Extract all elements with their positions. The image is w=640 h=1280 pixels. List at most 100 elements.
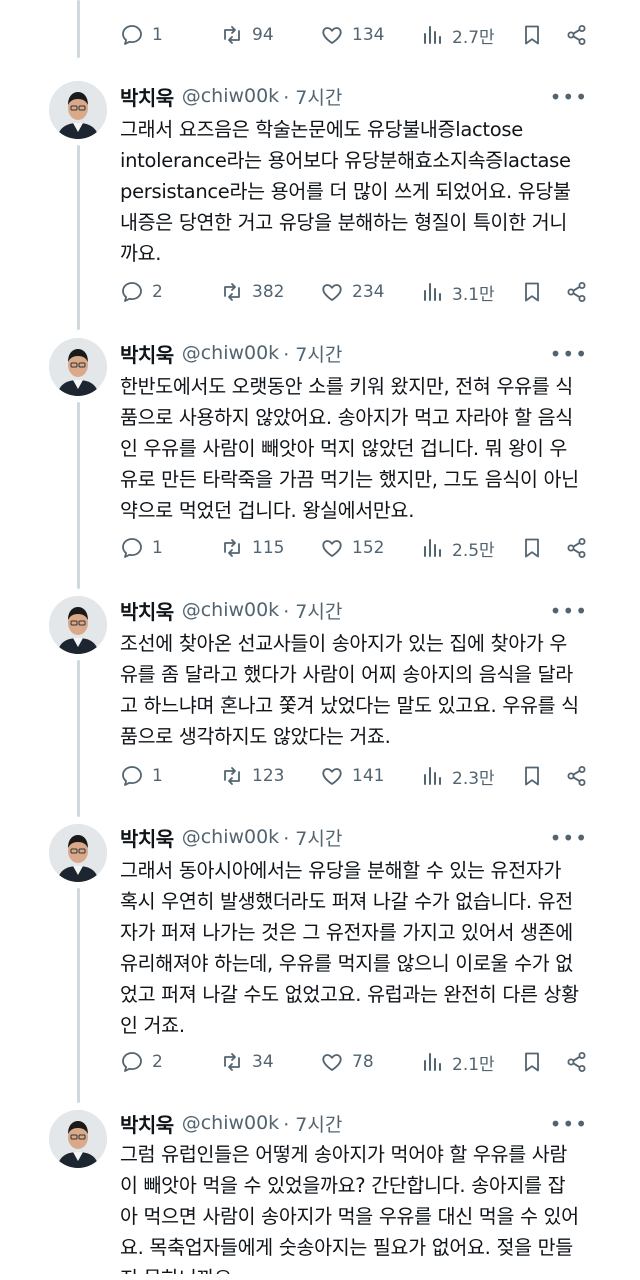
reply-icon [122,282,142,302]
avatar[interactable] [49,596,107,654]
share-icon [567,1052,586,1072]
author-name[interactable]: 박치욱 [120,82,174,111]
reply-button[interactable]: 1 [120,533,163,563]
tweet-text: 조선에 찾아온 선교사들이 송아지가 있는 집에 찾아가 우 유를 좀 달라고 … [120,628,594,752]
tweet-text-line: 품으로 사용하지 않았어요. 송아지가 먹고 자라야 할 음식 [120,406,573,429]
author-handle[interactable]: @chiw00k [182,342,280,364]
tweet-text-line: 고 하느냐며 혼나고 쫓겨 났었다는 말도 있고요. 우유를 식 [120,694,579,717]
reply-count: 1 [152,766,163,786]
share-button[interactable] [565,20,589,50]
avatar-image [49,81,107,139]
reply-button[interactable]: 2 [120,1047,163,1077]
avatar[interactable] [49,824,107,882]
avatar[interactable] [49,81,107,139]
tweet-text: 그래서 동아시아에서는 유당을 분해할 수 있는 유전자가 혹시 우연히 발생했… [120,855,594,1041]
reply-count: 1 [152,25,163,45]
more-options-button[interactable]: ••• [550,85,588,109]
reply-icon [122,766,142,786]
like-button[interactable]: 78 [320,1047,374,1077]
bookmark-button[interactable] [520,1047,544,1077]
author-name[interactable]: 박치욱 [120,339,174,368]
author-handle[interactable]: @chiw00k [182,826,280,848]
tweet-time[interactable]: · 7시간 [283,824,342,851]
more-options-button[interactable]: ••• [550,826,588,850]
views-icon [424,283,441,301]
tweet-text-line: 지 못하니까요. [120,1263,594,1274]
author-handle[interactable]: @chiw00k [182,1112,280,1134]
avatar[interactable] [49,338,107,396]
views-button[interactable]: 3.1만 [420,277,495,307]
tweet-time[interactable]: · 7시간 [283,83,342,110]
tweet-text-line: 혹시 우연히 발생했더라도 퍼져 나갈 수가 없습니다. 유전 [120,890,573,913]
author-name[interactable]: 박치욱 [120,1109,174,1138]
views-button[interactable]: 2.1만 [420,1047,495,1077]
tweet-text-line: 유를 좀 달라고 했다가 사람이 어찌 송아지의 음식을 달라 [120,663,573,686]
views-button[interactable]: 2.5만 [420,533,495,563]
thread-line [77,0,80,58]
avatar[interactable] [49,1110,107,1168]
tweet-actions: 1 115 152 2.5만 [120,533,592,563]
avatar-image [49,338,107,396]
tweet-time[interactable]: · 7시간 [283,597,342,624]
avatar-image [49,1110,107,1168]
reply-button[interactable]: 1 [120,761,163,791]
more-options-button[interactable]: ••• [550,342,588,366]
views-icon [424,767,441,785]
like-button[interactable]: 141 [320,761,384,791]
bookmark-button[interactable] [520,533,544,563]
bookmark-button[interactable] [520,277,544,307]
retweet-icon [224,767,240,785]
reply-icon [122,538,142,558]
views-button[interactable]: 2.7만 [420,20,495,50]
reply-button[interactable]: 1 [120,20,163,50]
like-count: 234 [352,282,385,302]
bookmark-button[interactable] [520,761,544,791]
thread-line [77,888,80,1103]
avatar-image [49,596,107,654]
tweet-actions: 1 123 141 2.3만 [120,761,592,791]
bookmark-icon [525,1052,539,1072]
reply-button[interactable]: 2 [120,277,163,307]
thread-line [77,660,80,817]
retweet-icon [224,1053,240,1071]
tweet-text: 한반도에서도 오랫동안 소를 키워 왔지만, 전혀 우유를 식 품으로 사용하지… [120,371,594,526]
retweet-button[interactable]: 382 [220,277,284,307]
tweet-text-line: intolerance라는 용어보다 유당분해효소지속증lactase [120,149,571,172]
author-name[interactable]: 박치욱 [120,596,174,625]
tweet-text-line: 약으로 먹었던 겁니다. 왕실에서만요. [120,499,415,522]
like-button[interactable]: 234 [320,277,384,307]
reply-icon [122,1052,142,1072]
author-handle[interactable]: @chiw00k [182,85,280,107]
views-count: 2.5만 [452,540,495,561]
like-button[interactable]: 152 [320,533,384,563]
share-button[interactable] [565,761,589,791]
share-button[interactable] [565,1047,589,1077]
tweet-text-line: 자가 퍼져 나가는 것은 그 유전자를 가지고 있어서 생존에 [120,921,573,944]
tweet-actions: 2 34 78 2.1만 [120,1047,592,1077]
retweet-button[interactable]: 123 [220,761,284,791]
tweet-text-line: 한반도에서도 오랫동안 소를 키워 왔지만, 전혀 우유를 식 [120,375,573,398]
retweet-button[interactable]: 94 [220,20,274,50]
bookmark-button[interactable] [520,20,544,50]
more-options-button[interactable]: ••• [550,1112,588,1136]
share-button[interactable] [565,533,589,563]
tweet-text-line: 그래서 동아시아에서는 유당을 분해할 수 있는 유전자가 [120,859,562,882]
author-name[interactable]: 박치욱 [120,823,174,852]
share-button[interactable] [565,277,589,307]
views-button[interactable]: 2.3만 [420,761,495,791]
like-button[interactable]: 134 [320,20,384,50]
tweet-time[interactable]: · 7시간 [283,1110,342,1137]
retweet-button[interactable]: 34 [220,1047,274,1077]
retweet-icon [224,539,240,557]
views-count: 2.7만 [452,27,495,48]
share-icon [567,538,586,558]
scrollbar[interactable] [632,0,640,1280]
more-options-button[interactable]: ••• [550,599,588,623]
tweet-text-line: 요. 목축업자들에게 숫송아지는 필요가 없어요. 젖을 만들 [120,1236,573,1259]
tweet-actions: 1 94 134 2.7만 [120,20,592,50]
heart-icon [322,1054,342,1071]
share-icon [567,766,586,786]
author-handle[interactable]: @chiw00k [182,599,280,621]
tweet-time[interactable]: · 7시간 [283,340,342,367]
retweet-button[interactable]: 115 [220,533,284,563]
